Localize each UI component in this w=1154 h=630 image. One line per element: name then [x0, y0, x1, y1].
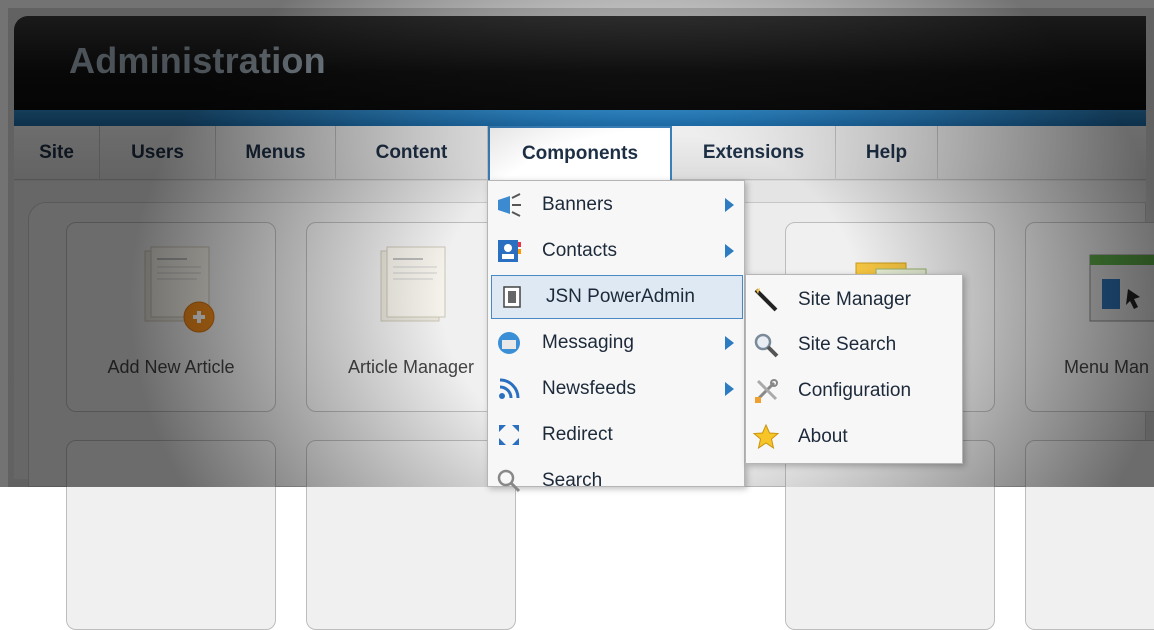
article-manager-icon: [373, 245, 453, 340]
menu-item-search[interactable]: Search: [488, 459, 744, 503]
menu-components[interactable]: Components: [488, 126, 672, 180]
quickicon-row2-2[interactable]: [306, 440, 516, 630]
menu-item-redirect[interactable]: Redirect: [488, 413, 744, 457]
quickicon-row2-3[interactable]: [785, 440, 995, 630]
submenu-arrow-icon: [725, 198, 734, 212]
menu-item-jsn-poweradmin[interactable]: JSN PowerAdmin: [491, 275, 743, 319]
quickicon-row2-4[interactable]: [1025, 440, 1154, 630]
main-menubar: Site Users Menus Content Components Exte…: [14, 126, 1146, 180]
header-accent-bar: [14, 110, 1146, 126]
jsn-poweradmin-icon: [500, 284, 526, 310]
wand-icon: [752, 286, 780, 314]
search-icon: [496, 468, 522, 494]
menu-item-newsfeeds[interactable]: Newsfeeds: [488, 367, 744, 411]
add-article-icon: [137, 245, 217, 340]
quickicon-menu-manager[interactable]: Menu Man: [1025, 222, 1154, 412]
submenu-item-site-search[interactable]: Site Search: [746, 323, 962, 367]
submenu-item-label: Site Manager: [798, 289, 912, 310]
submenu-item-label: Site Search: [798, 334, 897, 355]
submenu-item-about[interactable]: About: [746, 415, 962, 459]
messaging-icon: [496, 330, 522, 356]
quickicon-add-article[interactable]: Add New Article: [66, 222, 276, 412]
submenu-item-site-manager[interactable]: Site Manager: [746, 278, 962, 322]
redirect-icon: [496, 422, 522, 448]
menu-item-label: Banners: [542, 194, 613, 215]
tile-label: Article Manager: [347, 357, 475, 377]
tile-label: Menu Man: [1064, 357, 1150, 377]
submenu-arrow-icon: [725, 382, 734, 396]
menu-extensions[interactable]: Extensions: [672, 126, 836, 180]
header: Administration: [14, 16, 1146, 110]
menu-site[interactable]: Site: [14, 126, 100, 180]
menu-item-banners[interactable]: Banners: [488, 183, 744, 227]
components-dropdown: Banners Contacts JSN PowerAdmin Messagin…: [487, 180, 745, 493]
menu-content[interactable]: Content: [336, 126, 488, 180]
submenu-item-label: Configuration: [798, 380, 912, 401]
menu-item-label: JSN PowerAdmin: [546, 286, 695, 307]
submenu-arrow-icon: [725, 336, 734, 350]
magnifier-icon: [752, 331, 780, 359]
submenu-item-configuration[interactable]: Configuration: [746, 369, 962, 413]
menu-item-label: Messaging: [542, 332, 634, 353]
quickicon-row2-1[interactable]: [66, 440, 276, 630]
menu-help[interactable]: Help: [836, 126, 938, 180]
menu-item-contacts[interactable]: Contacts: [488, 229, 744, 273]
tools-icon: [752, 377, 780, 405]
menu-menus[interactable]: Menus: [216, 126, 336, 180]
menu-item-messaging[interactable]: Messaging: [488, 321, 744, 365]
menu-item-label: Contacts: [542, 240, 617, 261]
menu-users[interactable]: Users: [100, 126, 216, 180]
banners-icon: [496, 192, 522, 218]
menu-item-label: Search: [542, 470, 603, 491]
page-title: Administration: [69, 40, 326, 81]
menu-item-label: Redirect: [542, 424, 613, 445]
newsfeeds-icon: [496, 376, 522, 402]
submenu-arrow-icon: [725, 244, 734, 258]
menu-item-label: Newsfeeds: [542, 378, 636, 399]
star-icon: [752, 423, 780, 451]
contacts-icon: [496, 238, 522, 264]
tile-label: Add New Article: [107, 357, 235, 377]
menu-manager-icon: [1088, 253, 1154, 328]
submenu-item-label: About: [798, 426, 848, 447]
poweradmin-submenu: Site Manager Site Search Configuration A…: [745, 274, 963, 464]
quickicon-article-manager[interactable]: Article Manager: [306, 222, 516, 412]
